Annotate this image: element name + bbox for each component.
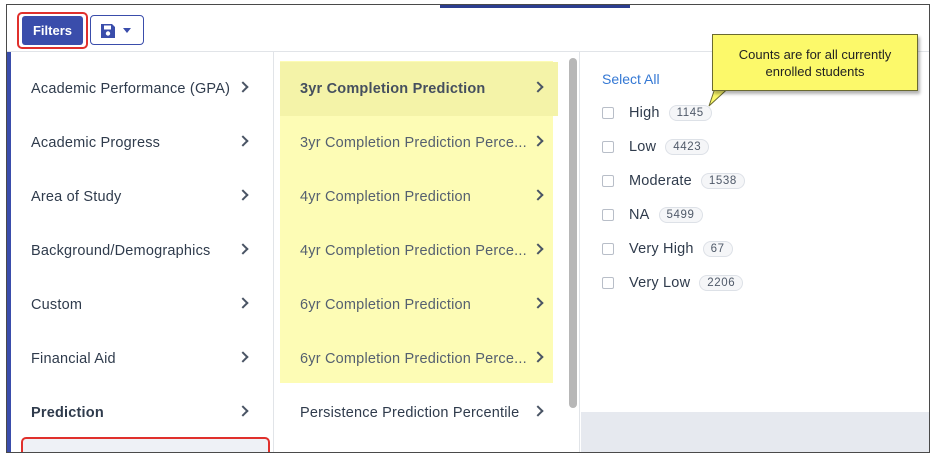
counts-tooltip: Counts are for all currently enrolled st… (712, 34, 918, 91)
option-high[interactable]: High 1145 (602, 102, 712, 124)
category-item-custom[interactable]: Custom (11, 278, 269, 332)
category-item-academic-progress[interactable]: Academic Progress (11, 116, 269, 170)
option-label: Very Low (629, 275, 691, 291)
category-label: Background/Demographics (31, 243, 211, 259)
option-checkbox[interactable] (602, 175, 614, 187)
option-checkbox[interactable] (602, 141, 614, 153)
subcategory-item-4yr-completion[interactable]: 4yr Completion Prediction (280, 170, 558, 224)
option-very-low[interactable]: Very Low 2206 (602, 272, 744, 294)
category-item-area-of-study[interactable]: Area of Study (11, 170, 269, 224)
option-moderate[interactable]: Moderate 1538 (602, 170, 745, 192)
chevron-right-icon (532, 135, 544, 147)
chevron-right-icon (237, 243, 249, 255)
category-list: Academic Performance (GPA) Academic Prog… (11, 52, 274, 452)
category-label: Financial Aid (31, 351, 116, 367)
tooltip-line-2: enrolled students (765, 64, 865, 79)
caret-down-icon (123, 28, 131, 33)
category-label: Academic Progress (31, 135, 161, 151)
subcategory-label: 4yr Completion Prediction Perce... (300, 243, 527, 259)
subcategory-label: 4yr Completion Prediction (300, 189, 472, 205)
chevron-right-icon (237, 135, 249, 147)
category-item-academic-performance[interactable]: Academic Performance (GPA) (11, 62, 269, 116)
option-label: Very High (629, 241, 694, 257)
option-label: High (629, 105, 660, 121)
tooltip-line-1: Counts are for all currently (738, 47, 892, 62)
count-badge: 2206 (699, 275, 744, 291)
chevron-right-icon (532, 189, 544, 201)
subcategory-item-3yr-completion-percentile[interactable]: 3yr Completion Prediction Perce... (280, 116, 558, 170)
chevron-right-icon (532, 297, 544, 309)
subcategory-item-3yr-completion[interactable]: 3yr Completion Prediction (280, 62, 558, 116)
category-label: Area of Study (31, 189, 122, 205)
chevron-right-icon (532, 405, 544, 417)
options-panel: Select All High 1145 Low 4423 Moderate 1… (581, 52, 929, 452)
option-checkbox[interactable] (602, 277, 614, 289)
category-item-background-demographics[interactable]: Background/Demographics (11, 224, 269, 278)
option-checkbox[interactable] (602, 107, 614, 119)
subcategory-item-6yr-completion-percentile[interactable]: 6yr Completion Prediction Perce... (280, 332, 558, 386)
option-very-high[interactable]: Very High 67 (602, 238, 733, 260)
chevron-right-icon (532, 351, 544, 363)
option-label: Low (629, 139, 657, 155)
chevron-right-icon (237, 297, 249, 309)
subcategory-item-6yr-completion[interactable]: 6yr Completion Prediction (280, 278, 558, 332)
option-checkbox[interactable] (602, 209, 614, 221)
category-item-financial-aid[interactable]: Financial Aid (11, 332, 269, 386)
category-label: Prediction (31, 405, 104, 421)
chevron-right-icon (532, 243, 544, 255)
select-all-link[interactable]: Select All (602, 71, 660, 87)
subcategory-label: 6yr Completion Prediction Perce... (300, 351, 527, 367)
chevron-right-icon (237, 81, 249, 93)
option-label: NA (629, 207, 650, 223)
count-badge: 4423 (665, 139, 710, 155)
count-badge: 67 (702, 241, 733, 257)
count-badge: 5499 (658, 207, 703, 223)
subcategory-item-persistence-percentile[interactable]: Persistence Prediction Percentile (280, 386, 558, 440)
subcategory-scrollbar[interactable] (566, 52, 580, 452)
save-dropdown-button[interactable] (90, 15, 144, 45)
save-disk-icon (101, 24, 115, 38)
subcategory-label: Persistence Prediction Percentile (300, 405, 520, 421)
filters-button[interactable]: Filters (22, 16, 83, 45)
subcategory-item-4yr-completion-percentile[interactable]: 4yr Completion Prediction Perce... (280, 224, 558, 278)
option-low[interactable]: Low 4423 (602, 136, 710, 158)
chevron-right-icon (237, 405, 249, 417)
category-label: Custom (31, 297, 83, 313)
subcategory-label: 6yr Completion Prediction (300, 297, 472, 313)
option-label: Moderate (629, 173, 692, 189)
subcategory-label: 3yr Completion Prediction (300, 81, 486, 97)
chevron-right-icon (237, 351, 249, 363)
count-badge: 1538 (700, 173, 745, 189)
chevron-right-icon (532, 81, 544, 93)
options-panel-footer (581, 412, 929, 452)
category-label: Academic Performance (GPA) (31, 81, 231, 97)
subcategory-label: 3yr Completion Prediction Perce... (300, 135, 527, 151)
scrollbar-thumb[interactable] (569, 58, 577, 408)
category-item-prediction[interactable]: Prediction (11, 386, 269, 440)
subcategory-list: 3yr Completion Prediction 3yr Completion… (274, 52, 566, 452)
option-checkbox[interactable] (602, 243, 614, 255)
option-na[interactable]: NA 5499 (602, 204, 703, 226)
chevron-right-icon (237, 189, 249, 201)
